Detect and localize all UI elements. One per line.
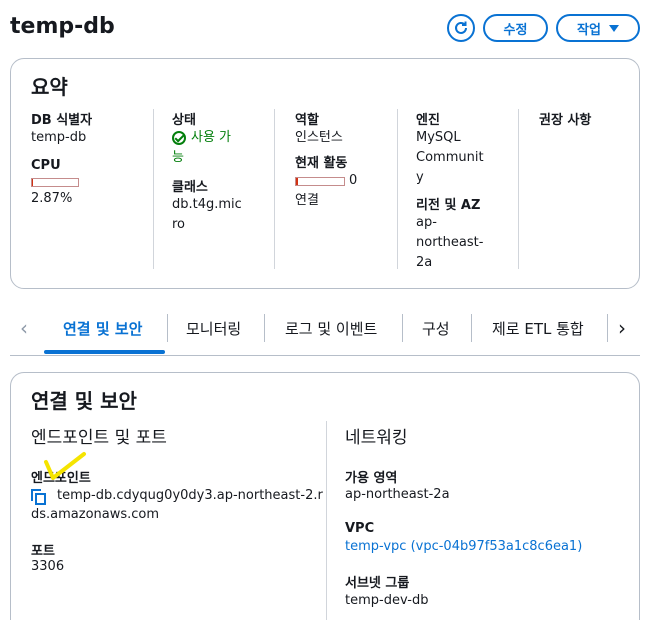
tab-separator (402, 314, 403, 342)
active-tab-indicator (44, 350, 165, 354)
cpu-label: CPU (31, 158, 61, 173)
endpoint-port-heading: 엔드포인트 및 포트 (31, 428, 167, 448)
activity-unit: 연결 (295, 193, 319, 208)
class-value-line2: ro (172, 217, 186, 232)
region-value-line2: northeast- (416, 235, 484, 250)
activity-meter (295, 176, 345, 186)
connectivity-title: 연결 및 보안 (31, 389, 137, 413)
cpu-meter-fill (32, 179, 34, 186)
vpc-label: VPC (345, 521, 375, 536)
db-identifier-value: temp-db (31, 130, 87, 145)
cpu-meter (31, 178, 79, 187)
availability-zone-value: ap-northeast-2a (345, 487, 450, 502)
refresh-button[interactable] (447, 14, 475, 42)
engine-label: 엔진 (416, 113, 440, 128)
engine-value-line3: y (416, 170, 424, 185)
availability-zone-label: 가용 영역 (345, 471, 398, 486)
subnet-group-value: temp-dev-db (345, 593, 429, 608)
region-label: 리전 및 AZ (416, 198, 481, 213)
chevron-right-icon: › (618, 316, 626, 340)
activity-label: 현재 활동 (295, 156, 348, 171)
tab-separator (607, 314, 608, 342)
db-identifier-label: DB 식별자 (31, 113, 93, 128)
endpoint-value-line1: temp-db.cdyqug0y0dy3.ap-northeast-2.r (57, 488, 323, 503)
summary-col-recommendations: 권장 사항 (518, 109, 628, 269)
page-title: temp-db (10, 14, 115, 39)
activity-meter-fill (296, 177, 298, 185)
role-value: 인스턴스 (295, 130, 343, 145)
role-label: 역할 (295, 113, 319, 128)
check-circle-icon (172, 131, 186, 145)
tab-monitoring[interactable]: 모니터링 (186, 318, 241, 339)
tab-zero-etl[interactable]: 제로 ETL 통합 (492, 318, 584, 339)
status-value-line1: 사용 가 (191, 130, 232, 145)
tabs-scroll-right-button[interactable]: › (618, 316, 626, 340)
vpc-link[interactable]: temp-vpc (vpc-04b97f53a1c8c6ea1) (345, 539, 582, 554)
tabs-scroll-left-button[interactable]: ‹ (20, 316, 28, 340)
class-label: 클래스 (172, 180, 208, 195)
engine-value-line1: MySQL (416, 130, 461, 145)
refresh-icon (455, 21, 467, 34)
region-value-line3: 2a (416, 255, 433, 270)
engine-value-line2: Communit (416, 150, 484, 165)
tab-logs-events[interactable]: 로그 및 이벤트 (285, 318, 377, 339)
networking-heading: 네트워킹 (345, 428, 408, 448)
summary-title: 요약 (31, 75, 68, 99)
tab-separator (167, 314, 168, 342)
tab-configuration[interactable]: 구성 (422, 318, 450, 339)
status-value-line2: 능 (172, 150, 184, 165)
tab-connectivity[interactable]: 연결 및 보안 (63, 318, 142, 339)
summary-col-engine: 엔진 MySQL Communit y 리전 및 AZ ap- northeas… (397, 109, 517, 270)
endpoint-value-line2: ds.amazonaws.com (31, 507, 160, 522)
cpu-value: 2.87% (31, 191, 73, 206)
port-value: 3306 (31, 559, 65, 574)
column-divider (326, 421, 327, 620)
detail-tabs: ‹ 연결 및 보안 모니터링 로그 및 이벤트 구성 제로 ETL 통합 › (10, 310, 640, 356)
summary-col-role: 역할 인스턴스 현재 활동 0 연결 (274, 109, 396, 269)
summary-col-identifier: DB 식별자 temp-db CPU 2.87% (31, 109, 151, 269)
actions-button-label: 작업 (577, 22, 601, 38)
copy-icon[interactable] (31, 489, 47, 505)
tab-separator (264, 314, 265, 342)
edit-button[interactable]: 수정 (483, 14, 548, 42)
status-label: 상태 (172, 113, 196, 128)
chevron-left-icon: ‹ (20, 316, 28, 340)
edit-button-label: 수정 (503, 22, 528, 38)
connectivity-panel: 연결 및 보안 엔드포인트 및 포트 네트워킹 엔드포인트 temp-db.cd… (10, 372, 640, 620)
summary-col-status: 상태 사용 가 능 클래스 db.t4g.mic ro (153, 109, 273, 269)
class-value-line1: db.t4g.mic (172, 197, 242, 212)
subnet-group-label: 서브넷 그룹 (345, 576, 410, 591)
annotation-checkmark-icon (44, 452, 86, 480)
tab-separator (471, 314, 472, 342)
status-badge: 사용 가 (172, 128, 273, 148)
summary-panel: 요약 DB 식별자 temp-db CPU 2.87% 상태 사용 가 능 클래… (10, 58, 640, 289)
actions-dropdown-button[interactable]: 작업 (556, 14, 640, 42)
region-value-line1: ap- (416, 215, 437, 230)
caret-down-icon (608, 24, 619, 32)
activity-count: 0 (349, 173, 358, 188)
recommendations-label: 권장 사항 (539, 113, 592, 128)
header-actions: 수정 작업 (447, 14, 640, 42)
